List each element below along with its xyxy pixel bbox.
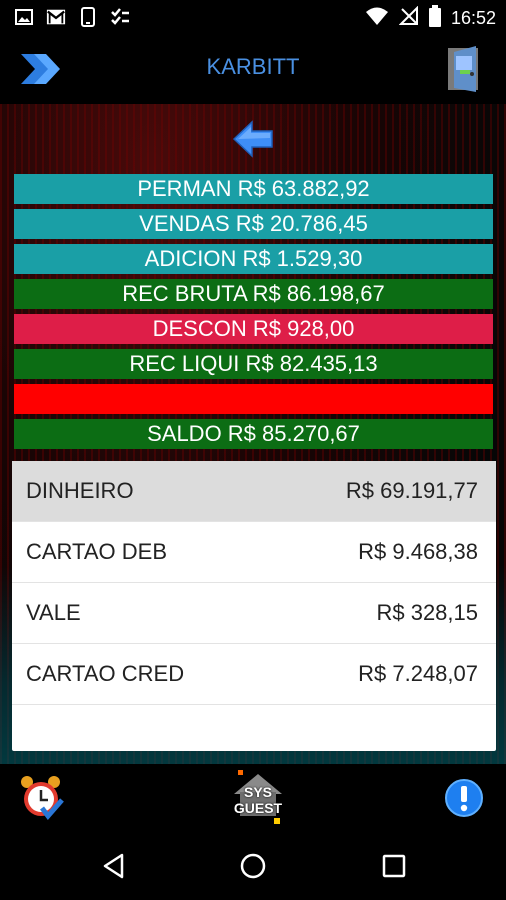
battery-icon	[428, 5, 441, 32]
exclamation-icon[interactable]	[444, 778, 484, 818]
door-exit-icon[interactable]	[446, 44, 484, 94]
payment-name: CARTAO DEB	[26, 539, 167, 564]
navigation-bar	[0, 830, 506, 900]
payment-value: R$ 7.248,07	[358, 661, 478, 686]
no-signal-icon	[398, 5, 419, 31]
wifi-icon	[365, 6, 389, 31]
summary-bar-adicion: ADICION R$ 1.529,30	[14, 244, 493, 274]
payment-list: DINHEIRO R$ 69.191,77 CARTAO DEB R$ 9.46…	[12, 461, 496, 751]
list-item[interactable]: CARTAO CRED R$ 7.248,07	[12, 644, 496, 705]
payment-name: DINHEIRO	[26, 478, 134, 503]
status-time: 16:52	[450, 8, 496, 28]
app-bar: KARBITT	[0, 34, 506, 104]
nav-home-icon[interactable]	[239, 852, 267, 880]
payment-value: R$ 69.191,77	[345, 478, 478, 503]
guest-label: GUEST	[233, 800, 283, 816]
summary-bar-descon: DESCON R$ 928,00	[14, 314, 493, 344]
nav-recents-icon[interactable]	[380, 852, 408, 880]
sys-guest-button[interactable]: SYS GUEST	[224, 768, 292, 828]
arrow-left-icon[interactable]	[232, 120, 274, 158]
summary-bar-rec-liqui: REC LIQUI R$ 82.435,13	[14, 349, 493, 379]
summary-bar-rec-bruta: REC BRUTA R$ 86.198,67	[14, 279, 493, 309]
summary-bar-empty	[14, 384, 493, 414]
bottom-action-bar: SYS GUEST	[0, 764, 506, 830]
payment-name: VALE	[26, 600, 81, 625]
gmail-icon	[46, 7, 66, 27]
screen: 16:52 KARBITT PERMAN R$ 63.882,92 VENDAS…	[0, 0, 506, 900]
sys-label: SYS	[243, 784, 272, 800]
summary-bars: PERMAN R$ 63.882,92 VENDAS R$ 20.786,45 …	[14, 174, 493, 454]
payment-name: CARTAO CRED	[26, 661, 185, 686]
summary-bar-perman: PERMAN R$ 63.882,92	[14, 174, 493, 204]
list-item[interactable]: DINHEIRO R$ 69.191,77	[12, 461, 496, 522]
summary-bar-saldo: SALDO R$ 85.270,67	[14, 419, 493, 449]
app-title: KARBITT	[206, 54, 300, 79]
phone-icon	[78, 7, 98, 27]
status-bar: 16:52	[0, 0, 506, 34]
summary-bar-vendas: VENDAS R$ 20.786,45	[14, 209, 493, 239]
nav-back-icon[interactable]	[100, 852, 128, 880]
payment-value: R$ 328,15	[376, 600, 478, 625]
list-item[interactable]: VALE R$ 328,15	[12, 583, 496, 644]
alarm-clock-icon[interactable]	[20, 774, 64, 820]
list-item[interactable]: CARTAO DEB R$ 9.468,38	[12, 522, 496, 583]
checklist-icon	[110, 7, 130, 27]
image-icon	[14, 7, 34, 27]
payment-value: R$ 9.468,38	[358, 539, 478, 564]
